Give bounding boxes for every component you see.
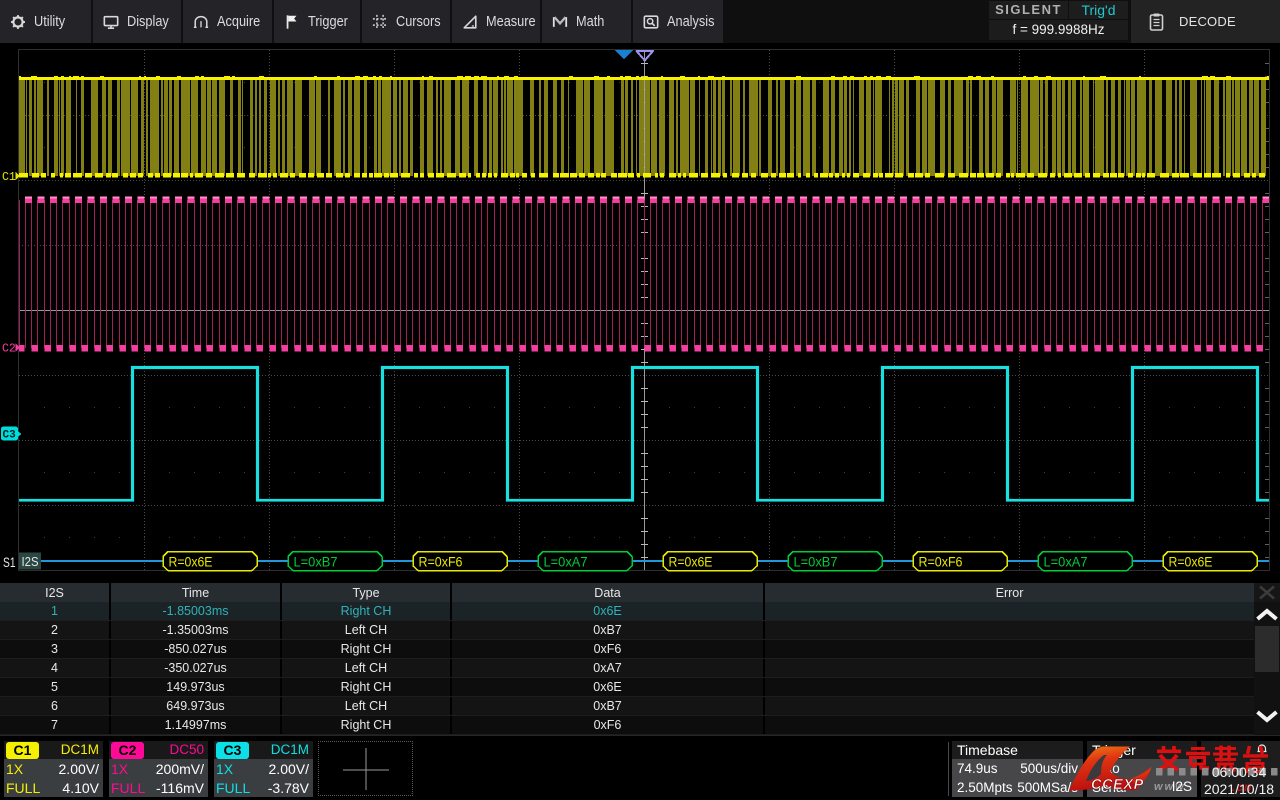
svg-text:R=0x6E: R=0x6E bbox=[169, 554, 213, 570]
svg-text:I2S: I2S bbox=[22, 554, 39, 569]
svg-text:R=0xF6: R=0xF6 bbox=[419, 554, 463, 570]
svg-text:C2: C2 bbox=[2, 343, 16, 356]
svg-text:L=0xB7: L=0xB7 bbox=[794, 554, 838, 570]
svg-text:C1: C1 bbox=[2, 171, 16, 184]
svg-text:R=0x6E: R=0x6E bbox=[1169, 554, 1213, 570]
svg-text:S1: S1 bbox=[3, 554, 16, 570]
svg-text:R=0xF6: R=0xF6 bbox=[919, 554, 963, 570]
svg-text:C3: C3 bbox=[3, 430, 17, 442]
svg-text:L=0xA7: L=0xA7 bbox=[1044, 554, 1088, 570]
svg-text:L=0xB7: L=0xB7 bbox=[294, 554, 338, 570]
svg-text:L=0xA7: L=0xA7 bbox=[544, 554, 588, 570]
svg-text:R=0x6E: R=0x6E bbox=[669, 554, 713, 570]
